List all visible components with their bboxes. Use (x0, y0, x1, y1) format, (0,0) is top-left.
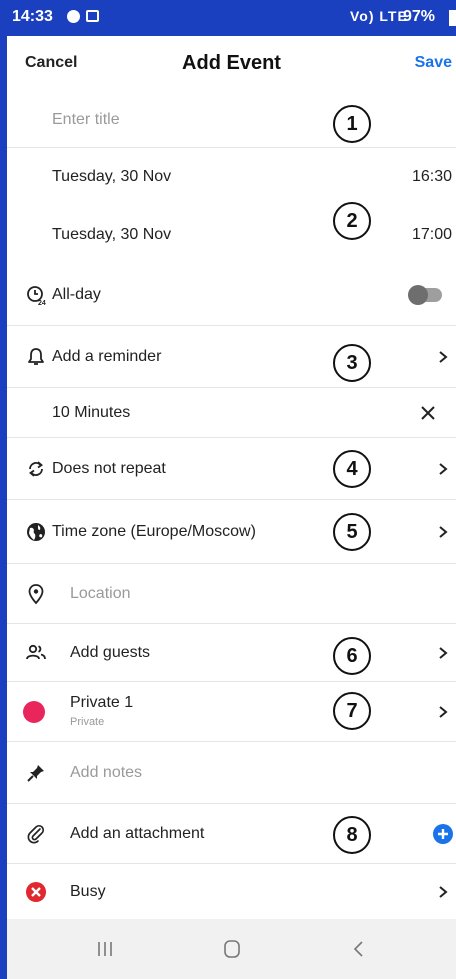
all-day-toggle[interactable] (408, 284, 442, 305)
notification-dot-icon (67, 10, 80, 23)
save-button[interactable]: Save (415, 54, 452, 72)
close-icon[interactable] (420, 405, 436, 421)
people-icon (26, 644, 46, 659)
chevron-right-icon (439, 350, 448, 363)
annotation-badge-4: 4 (333, 450, 371, 488)
notes-row[interactable]: Add notes (7, 742, 456, 804)
back-icon[interactable] (349, 939, 369, 959)
all-day-label: All-day (52, 285, 101, 303)
title-input[interactable]: Enter title (52, 111, 120, 129)
status-time: 14:33 (12, 8, 53, 25)
clock-24-icon: 24 (27, 285, 46, 306)
busy-icon (26, 881, 46, 902)
start-date[interactable]: Tuesday, 30 Nov (52, 168, 171, 186)
all-day-row[interactable]: 24 All-day (7, 264, 456, 326)
recent-apps-icon[interactable] (95, 939, 115, 959)
bell-icon (28, 347, 44, 365)
chevron-right-icon (439, 885, 448, 898)
end-time[interactable]: 17:00 (412, 226, 452, 244)
add-guests-label: Add guests (70, 643, 151, 661)
timezone-label: Time zone (Europe/Moscow) (52, 522, 256, 540)
chevron-right-icon (439, 525, 448, 538)
reminder-value-row: 10 Minutes (7, 388, 456, 438)
end-date[interactable]: Tuesday, 30 Nov (52, 226, 171, 244)
calendar-row[interactable]: Private 1 Private (7, 682, 456, 742)
add-attachment-label: Add an attachment (70, 824, 205, 842)
timezone-row[interactable]: Time zone (Europe/Moscow) (7, 500, 456, 564)
notes-input[interactable]: Add notes (70, 764, 142, 782)
annotation-badge-5: 5 (333, 513, 371, 551)
repeat-label: Does not repeat (52, 459, 166, 477)
start-time[interactable]: 16:30 (412, 168, 452, 186)
annotation-badge-1: 1 (333, 105, 371, 143)
signal-icon: Vo) LTE (350, 8, 408, 24)
system-nav-bar (7, 919, 456, 979)
top-bar: Cancel Add Event Save (7, 36, 456, 92)
battery-icon (449, 10, 456, 26)
location-input[interactable]: Location (70, 585, 131, 603)
calendar-color-dot (23, 700, 45, 723)
attachment-row[interactable]: Add an attachment (7, 804, 456, 864)
status-bar: 14:33 Vo) LTE 97% (0, 0, 456, 36)
reminder-value: 10 Minutes (52, 403, 131, 421)
location-pin-icon (28, 583, 44, 604)
start-datetime-row[interactable]: Tuesday, 30 Nov 16:30 (7, 148, 456, 206)
reminder-row[interactable]: Add a reminder (7, 326, 456, 388)
home-icon[interactable] (222, 939, 242, 959)
repeat-icon (29, 460, 43, 477)
toggle-knob (408, 284, 428, 305)
pin-icon (27, 764, 44, 782)
chevron-right-icon (439, 705, 448, 718)
availability-label: Busy (70, 882, 106, 900)
annotation-badge-2: 2 (333, 202, 371, 240)
calendar-name: Private 1 (70, 694, 134, 711)
guests-row[interactable]: Add guests (7, 624, 456, 682)
calendar-type: Private (70, 716, 105, 728)
add-reminder-label: Add a reminder (52, 347, 162, 365)
page-title: Add Event (182, 52, 281, 74)
add-circle-icon[interactable] (432, 823, 454, 845)
chevron-right-icon (439, 462, 448, 475)
annotation-badge-8: 8 (333, 816, 371, 854)
annotation-badge-6: 6 (333, 637, 371, 675)
add-event-screen: Cancel Add Event Save Enter title Tuesda… (7, 36, 456, 979)
chevron-right-icon (439, 646, 448, 659)
repeat-row[interactable]: Does not repeat (7, 438, 456, 500)
globe-icon (27, 522, 45, 541)
location-row[interactable]: Location (7, 564, 456, 624)
battery-percentage: 97% (403, 8, 436, 25)
paperclip-icon (27, 824, 45, 843)
title-row[interactable]: Enter title (7, 92, 456, 148)
gallery-notification-icon (86, 10, 99, 22)
annotation-badge-3: 3 (333, 344, 371, 382)
annotation-badge-7: 7 (333, 692, 371, 730)
end-datetime-row[interactable]: Tuesday, 30 Nov 17:00 (7, 206, 456, 264)
availability-row[interactable]: Busy (7, 864, 456, 920)
svg-text:24: 24 (38, 300, 46, 306)
